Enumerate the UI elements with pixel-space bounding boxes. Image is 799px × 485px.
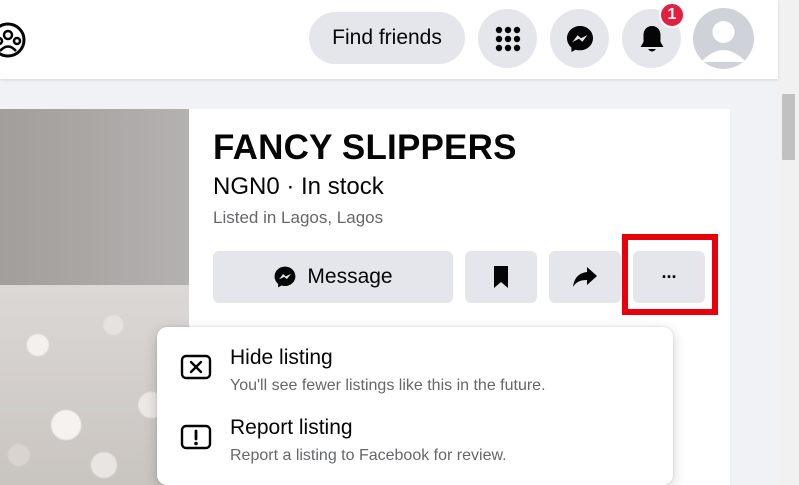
report-icon bbox=[180, 423, 212, 451]
menu-item-title: Hide listing bbox=[230, 346, 333, 369]
menu-grid-button[interactable] bbox=[478, 9, 537, 68]
photo-upper-region bbox=[0, 109, 189, 285]
page-scrollbar[interactable] bbox=[778, 0, 799, 485]
share-button[interactable] bbox=[549, 251, 621, 303]
top-navigation-bar: Find friends 1 bbox=[0, 0, 778, 79]
share-arrow-icon bbox=[573, 267, 597, 287]
more-options-menu: Hide listing You'll see fewer listings l… bbox=[157, 327, 673, 485]
messenger-icon bbox=[274, 266, 296, 288]
save-button[interactable] bbox=[465, 251, 537, 303]
menu-item-subtitle: You'll see fewer listings like this in t… bbox=[230, 377, 546, 394]
bell-icon bbox=[640, 25, 663, 51]
menu-item-hide-listing[interactable]: Hide listing You'll see fewer listings l… bbox=[157, 339, 673, 407]
message-button[interactable]: Message bbox=[213, 251, 453, 303]
listing-title: FANCY SLIPPERS bbox=[213, 128, 517, 167]
menu-grid-icon bbox=[495, 26, 520, 51]
avatar[interactable] bbox=[693, 8, 754, 69]
menu-item-report-listing[interactable]: Report listing Report a listing to Faceb… bbox=[157, 409, 673, 477]
messenger-icon bbox=[566, 25, 593, 52]
notification-badge: 1 bbox=[659, 2, 685, 28]
message-button-label: Message bbox=[307, 265, 393, 288]
bookmark-icon bbox=[494, 266, 508, 288]
listing-price-status: NGN0 · In stock bbox=[213, 173, 384, 200]
find-friends-button[interactable]: Find friends bbox=[309, 12, 465, 64]
menu-item-subtitle: Report a listing to Facebook for review. bbox=[230, 447, 507, 464]
hide-icon bbox=[180, 353, 212, 381]
groups-icon[interactable] bbox=[0, 20, 28, 60]
messenger-button[interactable] bbox=[550, 9, 609, 68]
menu-item-title: Report listing bbox=[230, 416, 353, 439]
highlight-box bbox=[622, 234, 718, 315]
scrollbar-thumb[interactable] bbox=[782, 94, 795, 160]
listing-location: Listed in Lagos, Lagos bbox=[213, 208, 384, 227]
